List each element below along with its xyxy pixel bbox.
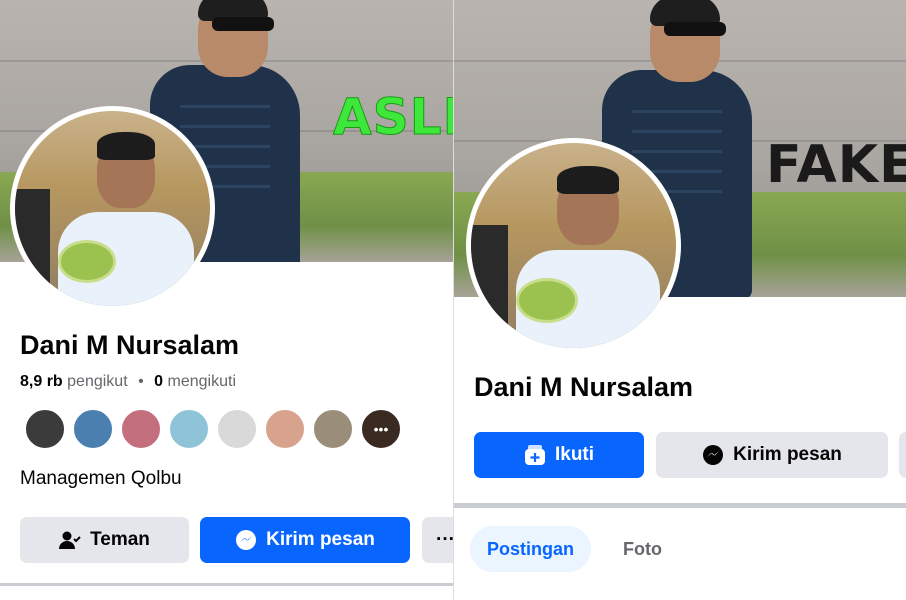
follow-button[interactable]: Ikuti bbox=[474, 432, 644, 478]
stats-separator: • bbox=[138, 373, 144, 390]
section-divider bbox=[0, 583, 453, 586]
friend-avatar[interactable] bbox=[168, 408, 210, 450]
following-count[interactable]: 0 bbox=[154, 373, 163, 390]
send-message-label: Kirim pesan bbox=[266, 529, 375, 550]
friend-avatar[interactable] bbox=[216, 408, 258, 450]
section-divider bbox=[454, 503, 906, 508]
profile-bio: Managemen Qolbu bbox=[20, 468, 182, 489]
friend-avatar[interactable] bbox=[24, 408, 66, 450]
right-profile-screenshot: FAKE Dani M Nursalam Ikuti Kirim pesan P… bbox=[453, 0, 906, 600]
profile-avatar[interactable] bbox=[466, 138, 681, 353]
send-message-button[interactable]: Kirim pesan bbox=[656, 432, 888, 478]
messenger-icon bbox=[702, 444, 724, 466]
messenger-icon bbox=[235, 529, 257, 551]
more-options-button[interactable] bbox=[899, 432, 906, 478]
left-profile-screenshot: ASLI Dani M Nursalam 8,9 rb pengikut • 0… bbox=[0, 0, 453, 600]
profile-name: Dani M Nursalam bbox=[474, 372, 694, 402]
friend-check-icon bbox=[59, 530, 81, 550]
send-message-label: Kirim pesan bbox=[733, 444, 842, 465]
more-options-button[interactable]: ··· bbox=[422, 517, 453, 563]
friends-button[interactable]: Teman bbox=[20, 517, 189, 563]
fake-stamp: FAKE bbox=[766, 135, 906, 195]
tab-photos[interactable]: Foto bbox=[606, 526, 679, 572]
follow-stats: 8,9 rb pengikut • 0 mengikuti bbox=[20, 373, 236, 391]
profile-name: Dani M Nursalam bbox=[20, 330, 240, 360]
friend-avatar[interactable] bbox=[264, 408, 306, 450]
send-message-button[interactable]: Kirim pesan bbox=[200, 517, 410, 563]
followers-label[interactable]: pengikut bbox=[67, 373, 128, 390]
friend-avatar[interactable] bbox=[120, 408, 162, 450]
friend-avatar[interactable] bbox=[72, 408, 114, 450]
more-dots-icon: ··· bbox=[436, 529, 453, 550]
more-friends-icon[interactable]: ••• bbox=[360, 408, 402, 450]
follow-plus-icon bbox=[524, 444, 546, 466]
friends-button-label: Teman bbox=[90, 529, 150, 550]
following-label[interactable]: mengikuti bbox=[168, 373, 236, 390]
friend-avatar[interactable] bbox=[312, 408, 354, 450]
profile-avatar[interactable] bbox=[10, 106, 215, 311]
asli-stamp: ASLI bbox=[332, 88, 453, 147]
tab-posts[interactable]: Postingan bbox=[470, 526, 592, 572]
friend-avatar-row: ••• bbox=[24, 408, 402, 450]
followers-count[interactable]: 8,9 rb bbox=[20, 373, 63, 390]
follow-button-label: Ikuti bbox=[554, 444, 595, 465]
